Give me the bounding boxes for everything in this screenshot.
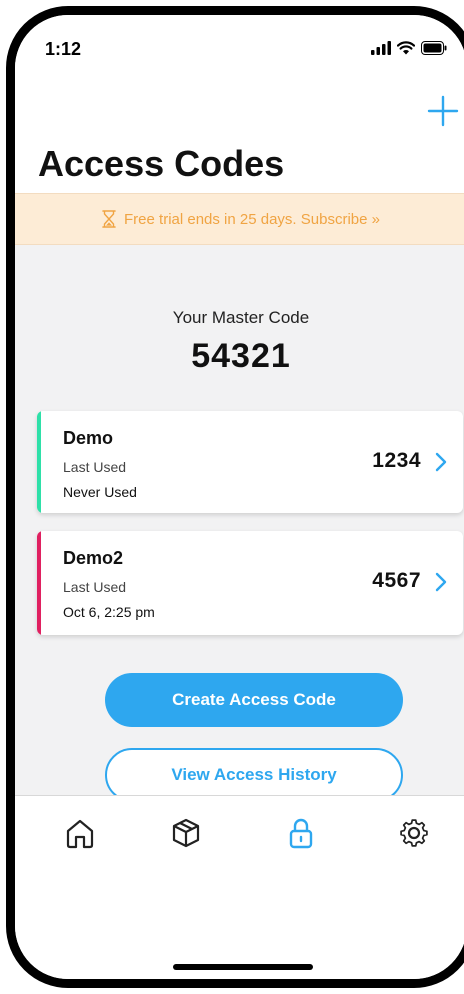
code-name: Demo2	[63, 548, 124, 568]
gear-icon[interactable]	[397, 816, 431, 850]
home-icon[interactable]	[63, 816, 97, 850]
header: Access Codes	[15, 75, 464, 193]
hourglass-icon	[102, 210, 116, 228]
status-icons	[371, 41, 447, 55]
create-access-code-button[interactable]: Create Access Code	[105, 673, 403, 727]
last-used-label: Last Used	[63, 579, 127, 595]
signal-icon	[371, 41, 391, 55]
lock-icon[interactable]	[284, 816, 318, 850]
home-indicator[interactable]	[173, 964, 313, 970]
phone-frame: 1:12 Access Codes Free trial ends in 25 …	[6, 6, 464, 988]
tab-bar	[15, 795, 464, 979]
battery-icon	[421, 41, 447, 55]
master-code-label: Your Master Code	[172, 308, 310, 327]
code-value: 1234	[372, 449, 421, 472]
page-title: Access Codes	[38, 143, 285, 184]
code-name: Demo	[63, 428, 114, 448]
view-access-history-button[interactable]: View Access History	[105, 748, 403, 802]
last-used-value: Oct 6, 2:25 pm	[63, 604, 155, 620]
card-accent-bar	[37, 411, 41, 513]
last-used-label: Last Used	[63, 459, 127, 475]
access-code-card[interactable]: Demo Last Used Never Used 1234	[37, 411, 463, 513]
last-used-value: Never Used	[63, 484, 137, 500]
card-accent-bar	[37, 531, 41, 635]
trial-banner-text: Free trial ends in 25 days. Subscribe »	[124, 210, 380, 228]
add-code-button[interactable]	[425, 93, 461, 129]
master-code-value: 54321	[191, 337, 291, 375]
trial-banner[interactable]: Free trial ends in 25 days. Subscribe »	[15, 193, 464, 245]
status-bar: 1:12	[15, 15, 464, 75]
chevron-right-icon	[435, 572, 447, 592]
box-icon[interactable]	[169, 816, 203, 850]
wifi-icon	[397, 41, 415, 55]
access-code-card[interactable]: Demo2 Last Used Oct 6, 2:25 pm 4567	[37, 531, 463, 635]
code-value: 4567	[372, 569, 421, 592]
chevron-right-icon	[435, 452, 447, 472]
status-time: 1:12	[45, 39, 82, 59]
